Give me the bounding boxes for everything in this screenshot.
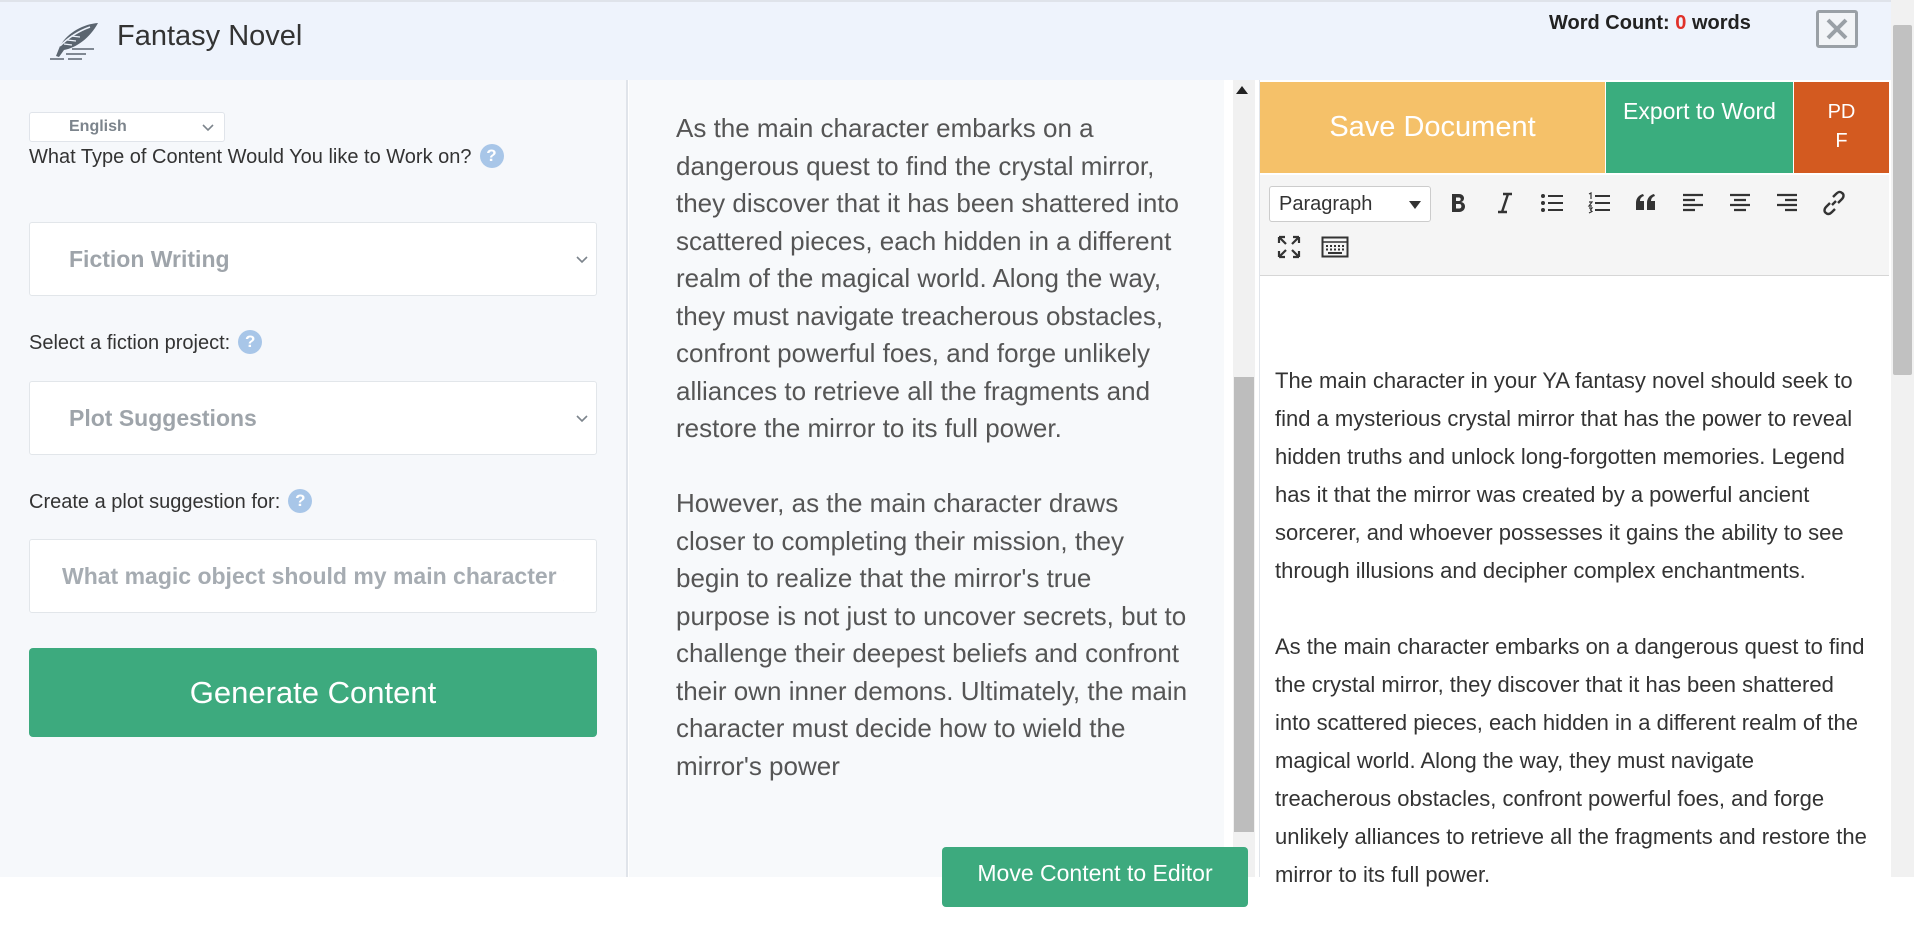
page-scrollbar-thumb[interactable] (1893, 25, 1912, 375)
generated-paragraph: However, as the main character draws clo… (676, 488, 1188, 781)
chevron-down-icon (202, 124, 214, 132)
scroll-up-arrow-icon[interactable] (1236, 86, 1248, 94)
fullscreen-button[interactable] (1272, 230, 1306, 264)
editor-paragraph: As the main character embarks on a dange… (1275, 634, 1867, 887)
project-select[interactable]: Plot Suggestions (29, 381, 597, 455)
blockquote-button[interactable] (1629, 186, 1663, 220)
move-content-to-editor-button[interactable]: Move Content to Editor (942, 847, 1248, 907)
italic-button[interactable] (1488, 186, 1522, 220)
word-count-unit: words (1691, 12, 1751, 34)
content-type-value: Fiction Writing (69, 246, 230, 272)
chevron-down-icon (576, 415, 588, 423)
align-right-button[interactable] (1770, 186, 1804, 220)
content-type-select[interactable]: Fiction Writing (29, 222, 597, 296)
block-format-select[interactable]: Paragraph (1269, 186, 1431, 222)
project-label: Select a fiction project:? (29, 330, 263, 355)
generated-text: As the main character embarks on a dange… (676, 110, 1191, 823)
word-count: Word Count: 0 words (1549, 12, 1751, 35)
close-button[interactable] (1816, 10, 1858, 48)
quill-logo-icon (50, 23, 98, 60)
help-icon[interactable]: ? (288, 489, 313, 513)
link-button[interactable] (1817, 186, 1851, 220)
project-label-text: Select a fiction project: (29, 332, 231, 354)
editor-paragraph: The main character in your YA fantasy no… (1275, 368, 1853, 583)
help-icon[interactable]: ? (238, 330, 263, 354)
chevron-down-icon (576, 256, 588, 264)
content-type-label-text: What Type of Content Would You like to W… (29, 146, 472, 168)
align-right-icon (1777, 193, 1797, 212)
align-left-button[interactable] (1676, 186, 1710, 220)
italic-icon (1498, 192, 1512, 214)
quote-icon (1636, 194, 1655, 210)
fullscreen-icon (1277, 235, 1301, 259)
generate-content-button[interactable]: Generate Content (29, 648, 597, 737)
content-scrollbar-thumb[interactable] (1234, 377, 1254, 832)
plot-input[interactable] (29, 539, 597, 613)
generated-paragraph: As the main character embarks on a dange… (676, 113, 1179, 443)
app-header: Fantasy Novel Word Count: 0 words (0, 0, 1914, 80)
generated-content-panel: As the main character embarks on a dange… (629, 80, 1224, 877)
plot-label: Create a plot suggestion for:? (29, 489, 313, 514)
export-pdf-button[interactable]: PD F (1794, 82, 1889, 173)
align-center-icon (1730, 193, 1750, 212)
link-icon (1823, 190, 1845, 216)
dropdown-arrow-icon (1409, 201, 1421, 209)
bold-button[interactable] (1441, 186, 1475, 220)
bullet-list-icon (1541, 194, 1563, 212)
plot-label-text: Create a plot suggestion for: (29, 491, 281, 513)
numbered-list-icon (1587, 192, 1610, 214)
pdf-label-line-1: PD (1827, 101, 1856, 123)
content-type-label: What Type of Content Would You like to W… (29, 144, 504, 169)
language-value: English (69, 118, 127, 135)
block-format-value: Paragraph (1279, 193, 1373, 215)
align-center-button[interactable] (1723, 186, 1757, 220)
settings-panel: English What Type of Content Would You l… (0, 80, 628, 877)
bullet-list-button[interactable] (1535, 186, 1569, 220)
numbered-list-button[interactable] (1582, 186, 1616, 220)
keyboard-shortcuts-button[interactable] (1318, 230, 1352, 264)
export-to-word-button[interactable]: Export to Word (1606, 82, 1793, 173)
close-icon (1826, 18, 1848, 40)
language-select[interactable]: English (29, 112, 225, 142)
word-count-label: Word Count: (1549, 12, 1670, 34)
help-icon[interactable]: ? (479, 144, 504, 168)
editor-content[interactable]: The main character in your YA fantasy no… (1275, 362, 1875, 932)
pdf-label-line-2: F (1835, 130, 1848, 152)
save-document-button[interactable]: Save Document (1260, 82, 1605, 173)
project-value: Plot Suggestions (69, 405, 257, 431)
app-title: Fantasy Novel (117, 20, 303, 52)
align-left-icon (1683, 193, 1703, 212)
word-count-value: 0 (1675, 12, 1687, 34)
bold-icon (1452, 194, 1465, 212)
keyboard-icon (1321, 236, 1349, 258)
